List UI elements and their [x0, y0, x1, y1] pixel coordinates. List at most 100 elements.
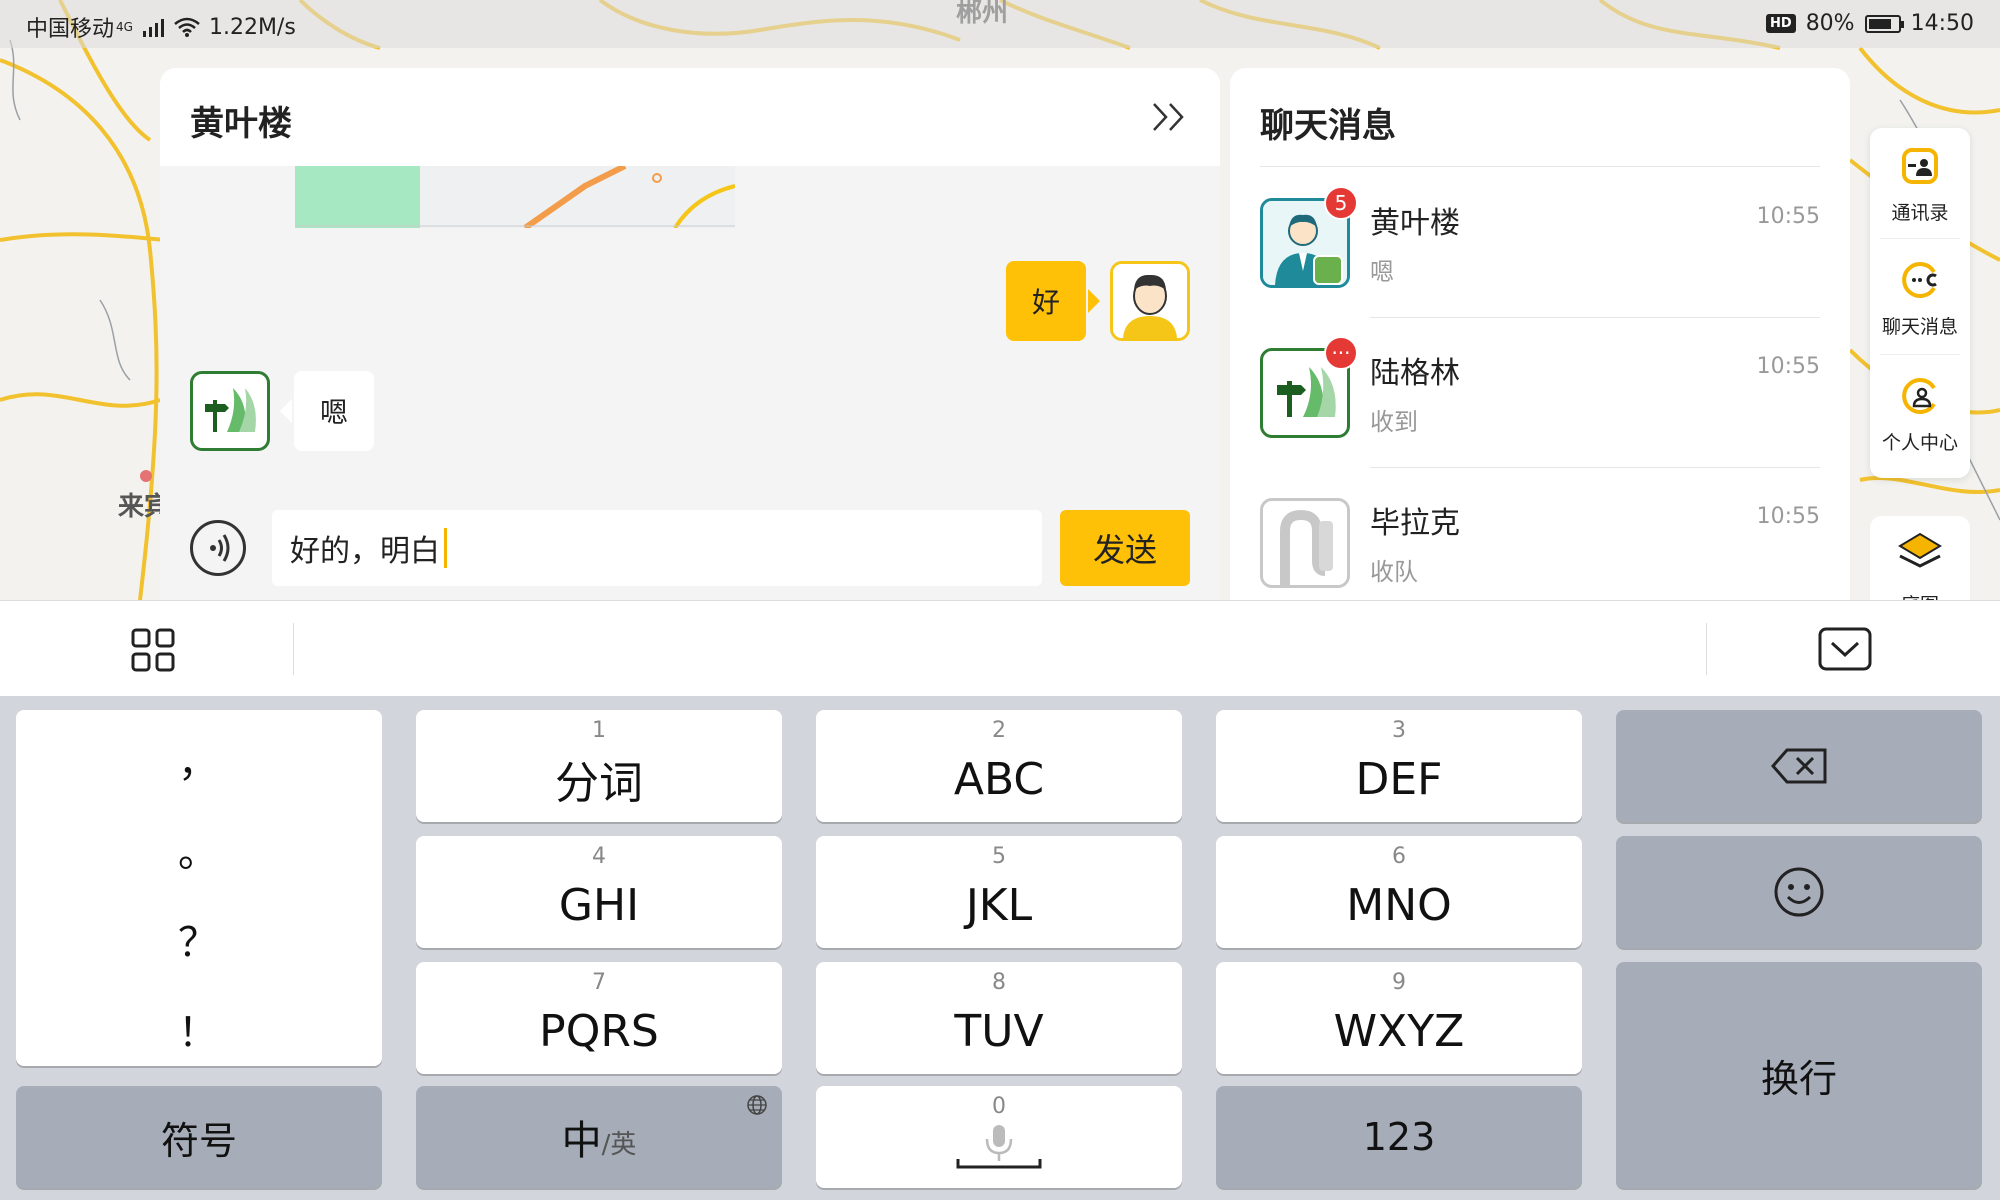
numbers-key[interactable]: 123 [1216, 1086, 1582, 1188]
divider [1706, 623, 1707, 675]
symbols-key[interactable]: 符号 [16, 1086, 382, 1188]
message-input-value: 好的，明白 [290, 522, 447, 574]
side-menu: 通讯录 聊天消息 个人中心 [1870, 128, 1970, 478]
emoji-key[interactable] [1616, 836, 1982, 948]
side-menu-label: 个人中心 [1881, 432, 1958, 454]
key-6-mno[interactable]: 6 MNO [1216, 836, 1582, 948]
enter-key[interactable]: 换行 [1616, 962, 1982, 1188]
side-menu-contacts[interactable]: 通讯录 [1870, 128, 1970, 238]
contacts-icon [1902, 148, 1938, 184]
location-map-thumbnail[interactable] [295, 166, 735, 228]
key-number: 6 [1392, 844, 1406, 869]
text-caret [444, 528, 447, 568]
key-number: 2 [992, 718, 1006, 743]
network-type: 4G [116, 20, 133, 34]
key-label: 分词 [555, 758, 643, 809]
key-number: 9 [1392, 970, 1406, 995]
wifi-icon [174, 17, 200, 37]
key-number: 1 [592, 718, 606, 743]
backspace-icon [1771, 748, 1827, 784]
carrier-name: 中国移动 [26, 17, 115, 42]
keyboard: ， 。 ？ ！ 1 分词 2 ABC 3 DEF 4 GHI 5 JKL 6 M… [0, 696, 2000, 1200]
key-label: WXYZ [1333, 1005, 1465, 1057]
key-9-wxyz[interactable]: 9 WXYZ [1216, 962, 1582, 1074]
map-thumbnail-image [295, 166, 735, 228]
key-2-abc[interactable]: 2 ABC [816, 710, 1182, 822]
punctuation-key-column[interactable]: ， 。 ？ ！ [16, 710, 382, 1066]
key-7-pqrs[interactable]: 7 PQRS [416, 962, 782, 1074]
numbers-key-label: 123 [1362, 1115, 1436, 1159]
key-label: GHI [558, 879, 640, 931]
conversation-item[interactable]: 5 黄叶楼 嗯 10:55 [1260, 168, 1820, 318]
chat-title: 黄叶楼 [190, 104, 292, 144]
conversation-time: 10:55 [1756, 504, 1820, 529]
double-chevron-right-icon[interactable] [1150, 100, 1190, 134]
punctuation-comma[interactable]: ， [16, 730, 380, 788]
divider [1880, 238, 1960, 239]
conversation-list-title: 聊天消息 [1260, 106, 1396, 146]
key-number: 5 [992, 844, 1006, 869]
signal-icon [142, 19, 164, 37]
side-menu-label: 聊天消息 [1881, 316, 1958, 338]
keyboard-toolbar [0, 600, 2000, 697]
side-menu-profile[interactable]: 个人中心 [1870, 358, 1970, 468]
battery-icon [1864, 14, 1904, 33]
backspace-key[interactable] [1616, 710, 1982, 822]
grid-menu-icon[interactable] [130, 627, 176, 673]
key-label: MNO [1346, 879, 1452, 931]
outgoing-message-bubble[interactable]: 好 [1006, 261, 1100, 341]
chat-icon [1902, 262, 1937, 298]
profile-icon [1902, 378, 1936, 414]
conversation-name: 黄叶楼 [1370, 206, 1460, 241]
clock: 14:50 [1910, 11, 1974, 36]
key-4-ghi[interactable]: 4 GHI [416, 836, 782, 948]
microphone-space-icon [956, 1125, 1042, 1169]
punctuation-question[interactable]: ？ [16, 910, 380, 968]
key-number: 8 [992, 970, 1006, 995]
conversation-preview: 收队 [1370, 558, 1418, 586]
key-5-jkl[interactable]: 5 JKL [816, 836, 1182, 948]
key-label: ABC [953, 753, 1045, 805]
send-button[interactable]: 发送 [1060, 510, 1190, 586]
unread-badge: ··· [1324, 336, 1358, 370]
online-status-icon [1313, 255, 1343, 285]
key-number: 4 [592, 844, 606, 869]
key-3-def[interactable]: 3 DEF [1216, 710, 1582, 822]
conversation-name: 陆格林 [1370, 356, 1460, 391]
divider [1880, 354, 1960, 355]
network-speed: 1.22M/s [208, 14, 296, 40]
self-avatar[interactable] [1110, 261, 1190, 341]
key-number: 0 [992, 1094, 1006, 1119]
conversation-time: 10:55 [1756, 204, 1820, 229]
message-input-text: 好的，明白 [290, 534, 440, 569]
side-menu-chat[interactable]: 聊天消息 [1870, 242, 1970, 352]
conversation-item[interactable]: ··· 陆格林 收到 10:55 [1260, 318, 1820, 468]
message-input-bar: 好的，明白 发送 [160, 500, 1220, 600]
incoming-message-bubble[interactable]: 嗯 [280, 371, 374, 451]
battery-percent: 80% [1805, 11, 1855, 36]
punctuation-period[interactable]: 。 [16, 820, 380, 878]
layers-icon [1898, 532, 1942, 568]
unread-badge: 5 [1324, 186, 1358, 220]
punctuation-exclamation[interactable]: ！ [16, 1000, 380, 1058]
contact-avatar[interactable] [190, 371, 270, 451]
base-map-layers-button[interactable]: 底图 [1870, 516, 1970, 600]
conversation-item[interactable]: 毕拉克 收队 10:55 [1260, 468, 1820, 600]
language-main-label: 中 [561, 1118, 602, 1164]
key-number: 7 [592, 970, 606, 995]
divider [1260, 166, 1820, 167]
key-1-fenci[interactable]: 1 分词 [416, 710, 782, 822]
voice-input-button[interactable] [190, 520, 246, 576]
pipe-icon [1280, 509, 1333, 585]
side-menu-label: 通讯录 [1891, 202, 1949, 224]
enter-key-label: 换行 [1760, 1056, 1837, 1101]
person-icon [1113, 264, 1187, 338]
layers-label: 底图 [1870, 590, 1970, 600]
key-label: JKL [965, 879, 1033, 931]
hide-keyboard-icon[interactable] [1818, 627, 1872, 671]
battery-fill [1868, 18, 1891, 29]
key-8-tuv[interactable]: 8 TUV [816, 962, 1182, 1074]
space-key[interactable]: 0 [816, 1086, 1182, 1188]
conversation-list-panel: 聊天消息 5 黄叶楼 嗯 10:55 ··· 陆格林 收到 10:55 毕拉克 … [1230, 68, 1850, 600]
language-switch-key[interactable]: 中 /英 [416, 1086, 782, 1188]
